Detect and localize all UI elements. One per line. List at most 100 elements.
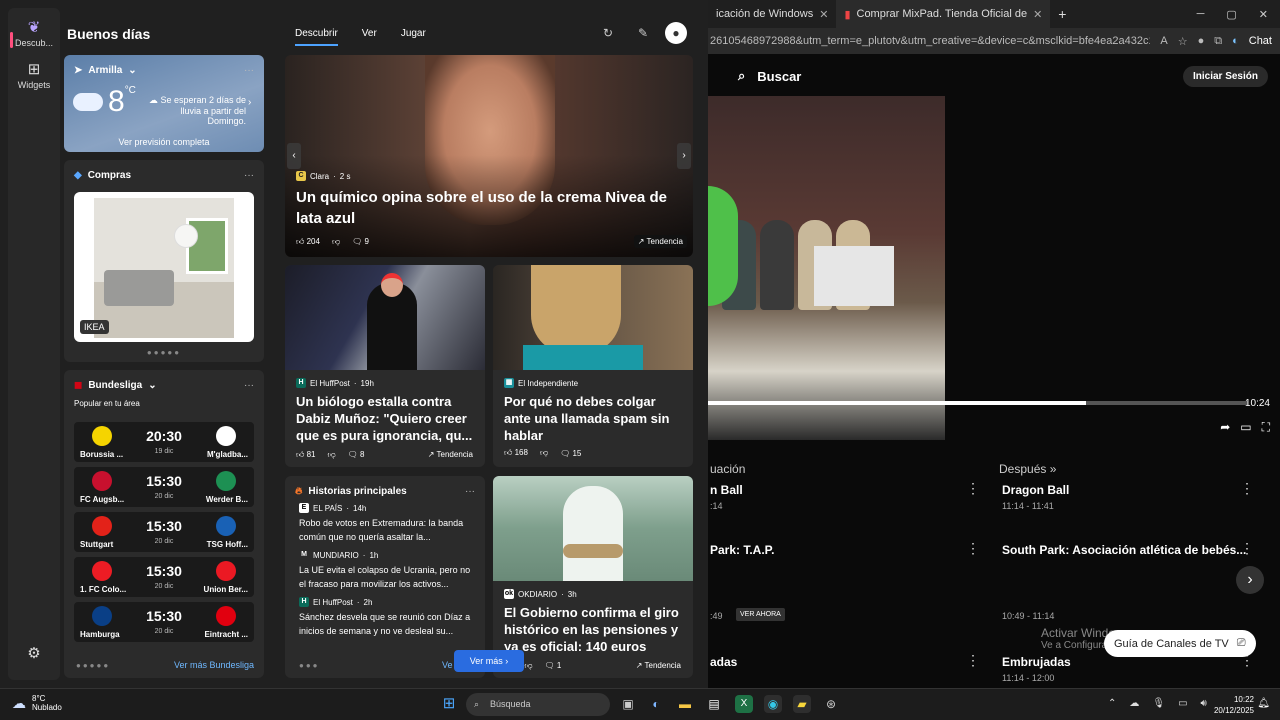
thumbs-down-icon[interactable]: 👎︎ (332, 237, 340, 247)
refresh-icon[interactable]: ↻ (603, 26, 613, 40)
edge-icon[interactable]: ◉ (764, 695, 782, 713)
schedule-item[interactable]: Embrujadas 11:14 - 12:00 (1002, 655, 1071, 683)
more-options-icon[interactable]: ··· (244, 170, 254, 181)
schedule-item[interactable]: South Park: Asociación atlética de bebés… (1002, 543, 1246, 557)
tab-watch[interactable]: Ver (362, 28, 377, 46)
bundesliga-title[interactable]: Bundesliga (88, 380, 142, 391)
hero-news-card[interactable]: ‹ › C Clara · 2 s Un químico opina sobre … (285, 55, 693, 257)
address-bar[interactable]: 26105468972988&utm_term=e_plutotv&utm_cr… (708, 28, 1280, 54)
more-options-icon[interactable]: ⋮ (966, 652, 980, 669)
next-arrow-icon[interactable]: › (677, 143, 691, 169)
browser-tab[interactable]: ▮ Comprar MixPad. Tienda Oficial de ✕ (836, 0, 1051, 28)
file-explorer-icon[interactable]: ▬ (676, 695, 694, 713)
schedule-item[interactable]: Park: T.A.P. (710, 543, 774, 557)
more-options-icon[interactable]: ⋮ (1240, 480, 1254, 497)
tab-discover[interactable]: Descubrir (295, 28, 338, 46)
story-item[interactable]: E EL PAÍS · 14h Robo de votos en Extremadur… (285, 497, 485, 544)
maximize-icon[interactable]: ▢ (1226, 8, 1236, 21)
more-options-icon[interactable]: ··· (244, 380, 254, 391)
copilot-icon[interactable]: ◐ (1232, 35, 1239, 47)
story-item[interactable]: M MUNDIARIO · 1h La UE evita el colapso de … (285, 544, 485, 591)
schedule-item[interactable]: n Ball:14 (710, 483, 743, 511)
tab-play[interactable]: Jugar (401, 28, 426, 46)
captions-icon[interactable]: ▭ (1240, 420, 1251, 435)
avatar[interactable]: ● (665, 22, 687, 44)
chevron-down-icon[interactable]: ⌄ (148, 380, 156, 391)
volume-icon[interactable]: 🔊︎ (1201, 698, 1207, 709)
sticky-notes-icon[interactable]: ▰ (793, 695, 811, 713)
top-stories-widget[interactable]: 🔥︎ Historias principales ··· E EL PAÍS · 14… (285, 476, 485, 678)
login-button[interactable]: Iniciar Sesión (1182, 65, 1268, 87)
thumbs-down-icon[interactable]: 👎︎ (524, 661, 532, 671)
site-search-label[interactable]: Buscar (757, 69, 801, 84)
news-headline[interactable]: Un biólogo estalla contra Dabiz Muñoz: "… (296, 393, 477, 444)
store-icon[interactable]: ▤ (705, 695, 723, 713)
news-card[interactable]: ok OKDIARIO · 3h El Gobierno confirma el … (493, 476, 693, 678)
news-card[interactable]: ▦ El Independiente Por qué no debes colg… (493, 265, 693, 467)
share-icon[interactable]: ➦ (1220, 420, 1230, 435)
news-headline[interactable]: El Gobierno confirma el giro histórico e… (504, 604, 685, 655)
close-window-icon[interactable]: ✕ (1259, 8, 1268, 21)
story-item[interactable]: H El HuffPost · 2h Sánchez desvela que se r… (285, 591, 485, 638)
search-icon[interactable]: ⌕ (738, 68, 745, 84)
video-progress-bar[interactable] (708, 401, 1248, 405)
chevron-up-icon[interactable]: ⌃ (1108, 698, 1116, 709)
fullscreen-icon[interactable]: ⛶ (1262, 420, 1270, 435)
weather-widget[interactable]: ➤ Armilla ⌄ ··· 8°C ☁ Se esperan 2 días … (64, 55, 264, 152)
more-options-icon[interactable]: ⋮ (966, 480, 980, 497)
news-headline[interactable]: Por qué no debes colgar ante una llamada… (504, 393, 685, 444)
rail-item-widgets[interactable]: ⊞ Widgets (8, 60, 60, 90)
more-options-icon[interactable]: ⋮ (966, 540, 980, 557)
stories-more-link[interactable]: Ve (442, 660, 453, 670)
full-forecast-link[interactable]: Ver previsión completa (64, 137, 264, 147)
url-text[interactable]: 26105468972988&utm_term=e_plutotv&utm_cr… (710, 35, 1150, 47)
match-row[interactable]: Hamburga Eintracht ... 15:30 20 dic (74, 602, 254, 642)
match-row[interactable]: Stuttgart TSG Hoff... 15:30 20 dic (74, 512, 254, 552)
profile-icon[interactable]: ● (1198, 35, 1205, 47)
comments-button[interactable]: 🗨︎ 8 (348, 450, 365, 459)
close-icon[interactable]: ✕ (1033, 8, 1042, 21)
chrome-like-icon[interactable]: ⊛ (822, 695, 840, 713)
channel-guide-button[interactable]: Guía de Canales de TV ⎚ (1104, 630, 1256, 657)
video-player[interactable] (708, 96, 945, 440)
settings-button[interactable]: ⚙ (8, 644, 60, 664)
shopping-widget[interactable]: ◆ Compras ··· IKEA ●●●●● (64, 160, 264, 362)
like-button[interactable]: 👍︎ 81 (296, 450, 316, 460)
comments-button[interactable]: 🗨︎ 9 (352, 237, 369, 246)
hero-headline[interactable]: Un químico opina sobre el uso de la crem… (296, 187, 687, 229)
carousel-dots[interactable]: ●●●●● (76, 661, 110, 670)
minimize-icon[interactable]: ─ (1197, 8, 1205, 21)
like-button[interactable]: 👍︎ 204 (296, 237, 320, 247)
close-icon[interactable]: ✕ (819, 8, 828, 21)
match-row[interactable]: Borussia ... M'gladba... 20:30 19 dic (74, 422, 254, 462)
previous-arrow-icon[interactable]: ‹ (287, 143, 301, 169)
watch-now-badge[interactable]: VER AHORA (736, 608, 785, 621)
carousel-dots[interactable]: ●●●●● (64, 348, 264, 357)
more-options-icon[interactable]: ··· (465, 486, 475, 497)
more-options-icon[interactable]: ⋮ (1240, 540, 1254, 557)
task-view-icon[interactable]: ▣ (619, 695, 637, 713)
copilot-icon[interactable]: ◐ (647, 695, 665, 713)
chat-label[interactable]: Chat (1249, 35, 1280, 47)
notifications-icon[interactable]: 🔔︎ (1257, 698, 1270, 709)
thumbs-down-icon[interactable]: 👎︎ (540, 448, 548, 458)
chevron-right-icon[interactable]: › (248, 97, 251, 108)
bundesliga-widget[interactable]: ◼ Bundesliga ⌄ ··· Popular en tu área Bo… (64, 370, 264, 678)
rail-item-discover[interactable]: ❦ Descub... (8, 18, 60, 48)
extensions-icon[interactable]: ⧉ (1214, 35, 1222, 48)
comments-button[interactable]: 🗨︎ 15 (560, 449, 581, 458)
cloud-sync-icon[interactable]: ☁ (1129, 698, 1139, 709)
taskbar-search[interactable]: ⌕ Búsqueda (466, 693, 610, 716)
thumbs-down-icon[interactable]: 👎︎ (328, 450, 336, 460)
taskbar-clock[interactable]: 10:22 20/12/2025 (1214, 694, 1254, 716)
browser-tab[interactable]: icación de Windows ✕ (708, 0, 836, 28)
product-image[interactable]: IKEA (74, 192, 254, 342)
carousel-dots[interactable]: ●●● (299, 661, 320, 670)
taskbar-weather[interactable]: ☁ 8°C Nublado (12, 694, 62, 712)
like-button[interactable]: 👍︎ 168 (504, 448, 528, 458)
pin-icon[interactable]: ✎ (638, 26, 648, 40)
more-options-icon[interactable]: ··· (244, 65, 254, 76)
microphone-icon[interactable]: 🎙︎ (1152, 698, 1165, 709)
windows-start-icon[interactable]: ⊞ (440, 695, 458, 713)
schedule-next-button[interactable]: › (1236, 566, 1264, 594)
